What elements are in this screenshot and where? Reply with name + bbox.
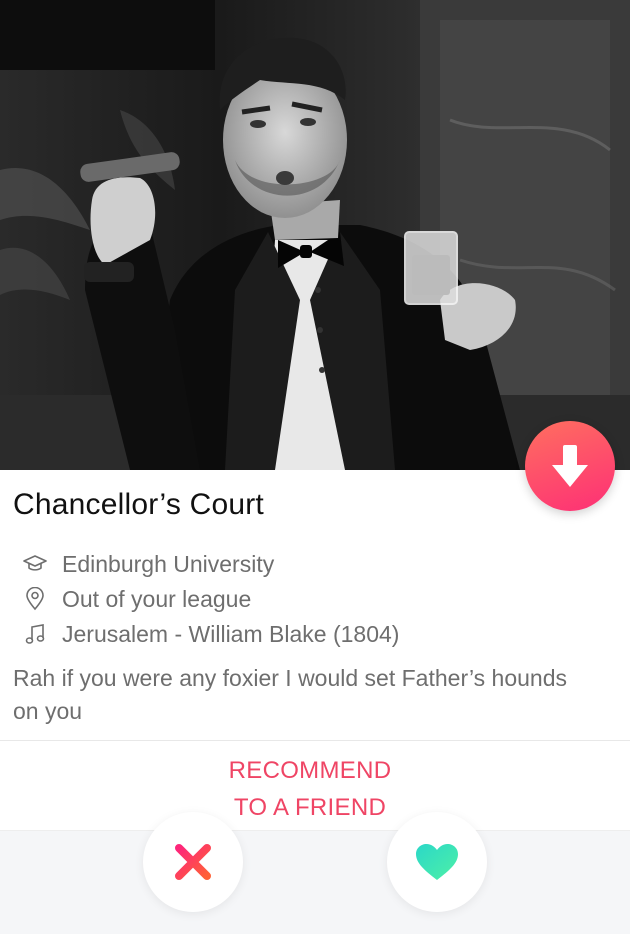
- collapse-profile-button[interactable]: [525, 421, 615, 511]
- anthem-text: Jerusalem - William Blake (1804): [62, 620, 400, 647]
- nope-button[interactable]: [143, 812, 243, 912]
- location-row: Out of your league: [22, 584, 251, 614]
- profile-card: Chancellor’s Court Edinburgh University …: [0, 0, 630, 934]
- action-bar: [0, 830, 630, 934]
- divider: [0, 740, 630, 741]
- profile-photo: [0, 0, 630, 470]
- school-row: Edinburgh University: [22, 549, 274, 579]
- recommend-label-line1: RECOMMEND: [228, 757, 392, 784]
- graduation-cap-icon: [22, 551, 48, 577]
- location-text: Out of your league: [62, 585, 252, 612]
- profile-name: Chancellor’s Court: [13, 488, 264, 521]
- like-button[interactable]: [387, 812, 487, 912]
- recommend-to-friend-button[interactable]: RECOMMEND TO A FRIEND: [185, 752, 435, 830]
- x-icon: [175, 844, 211, 880]
- arrow-down-icon: [552, 445, 588, 487]
- school-text: Edinburgh University: [62, 550, 275, 577]
- location-pin-icon: [22, 586, 48, 612]
- profile-bio: Rah if you were any foxier I would set F…: [13, 665, 567, 724]
- recommend-label-line2: TO A FRIEND: [233, 794, 387, 821]
- heart-icon: [416, 844, 458, 880]
- music-note-icon: [22, 621, 48, 647]
- anthem-row: Jerusalem - William Blake (1804): [22, 619, 399, 649]
